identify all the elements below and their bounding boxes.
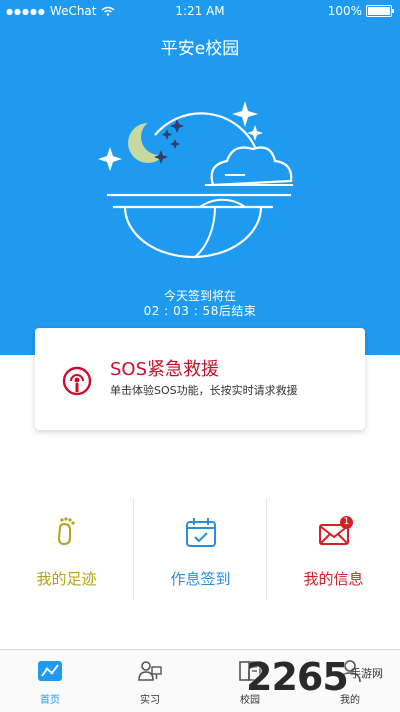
watermark-number: 2265 (246, 655, 349, 699)
battery-percent: 100% (327, 4, 362, 18)
hero-banner: ●●●●● WeChat 1:21 AM 100% 平安e校园 今天签到将在 0… (0, 0, 400, 355)
feature-my-messages[interactable]: 1 我的信息 (267, 498, 400, 600)
footprint-icon (57, 517, 75, 546)
sos-description: 单击体验SOS功能，长按实时请求救援 (110, 384, 298, 397)
status-bar: ●●●●● WeChat 1:21 AM 100% (0, 0, 400, 22)
feature-label-footprint: 我的足迹 (36, 570, 97, 588)
unread-badge: 1 (340, 516, 353, 529)
calendar-check-icon (185, 518, 216, 547)
checkin-countdown-timer: 02 : 03 : 58后结束 (143, 304, 257, 318)
battery-icon (366, 5, 394, 17)
internship-icon (138, 661, 162, 681)
battery-fill (368, 7, 390, 15)
tab-home[interactable]: 首页 (0, 650, 100, 712)
status-right: 100% (327, 4, 394, 18)
watermark-logo: 2265 手游网 (246, 655, 396, 707)
feature-checkin[interactable]: 作息签到 (134, 498, 267, 600)
tab-internship[interactable]: 实习 (100, 650, 200, 712)
sos-card[interactable]: SOS紧急救援 单击体验SOS功能，长按实时请求救援 (35, 328, 365, 430)
feature-my-footprint[interactable]: 我的足迹 (0, 498, 133, 600)
sos-title: SOS紧急救援 (110, 359, 220, 380)
feature-label-checkin: 作息签到 (170, 570, 231, 588)
feature-label-messages: 我的信息 (303, 570, 364, 588)
tab-label-internship: 实习 (140, 695, 160, 706)
tab-label-home: 首页 (40, 695, 60, 706)
sos-alarm-icon (62, 366, 92, 396)
page-title: 平安e校园 (160, 39, 240, 59)
night-moon-illustration (98, 101, 293, 259)
feature-grid: 我的足迹 作息签到 1 我的信息 (0, 498, 400, 600)
watermark-text: 手游网 (350, 667, 383, 680)
home-chart-icon (38, 661, 62, 681)
